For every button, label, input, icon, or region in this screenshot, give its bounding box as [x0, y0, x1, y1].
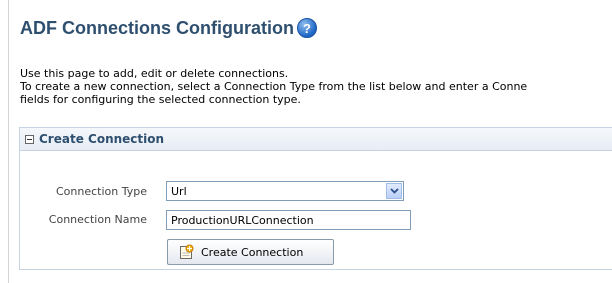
help-icon[interactable]: ? — [296, 18, 317, 38]
panel-header[interactable]: Create Connection — [20, 128, 612, 151]
left-divider — [8, 0, 9, 283]
connection-type-value: Url — [171, 185, 187, 198]
intro-line-3: fields for configuring the selected conn… — [20, 93, 301, 106]
create-connection-button-label: Create Connection — [201, 245, 304, 259]
connection-name-input[interactable] — [166, 210, 411, 230]
collapse-icon[interactable] — [25, 134, 34, 144]
intro-line-2: To create a new connection, select a Con… — [20, 80, 528, 93]
connection-type-select[interactable]: Url — [166, 181, 404, 201]
chevron-down-icon[interactable] — [386, 183, 402, 199]
page-header: ADF Connections Configuration ? — [20, 16, 317, 40]
intro-line-1: Use this page to add, edit or delete con… — [20, 67, 289, 80]
connection-name-label: Connection Name — [48, 213, 147, 226]
connection-type-label: Connection Type — [55, 185, 147, 198]
create-connection-panel: Create Connection Connection Type Url Co… — [19, 127, 612, 270]
panel-title: Create Connection — [39, 132, 165, 146]
create-connection-button[interactable]: Create Connection — [167, 239, 334, 265]
page-title: ADF Connections Configuration — [20, 17, 294, 38]
intro-text: Use this page to add, edit or delete con… — [20, 67, 612, 106]
new-document-icon — [180, 244, 194, 259]
